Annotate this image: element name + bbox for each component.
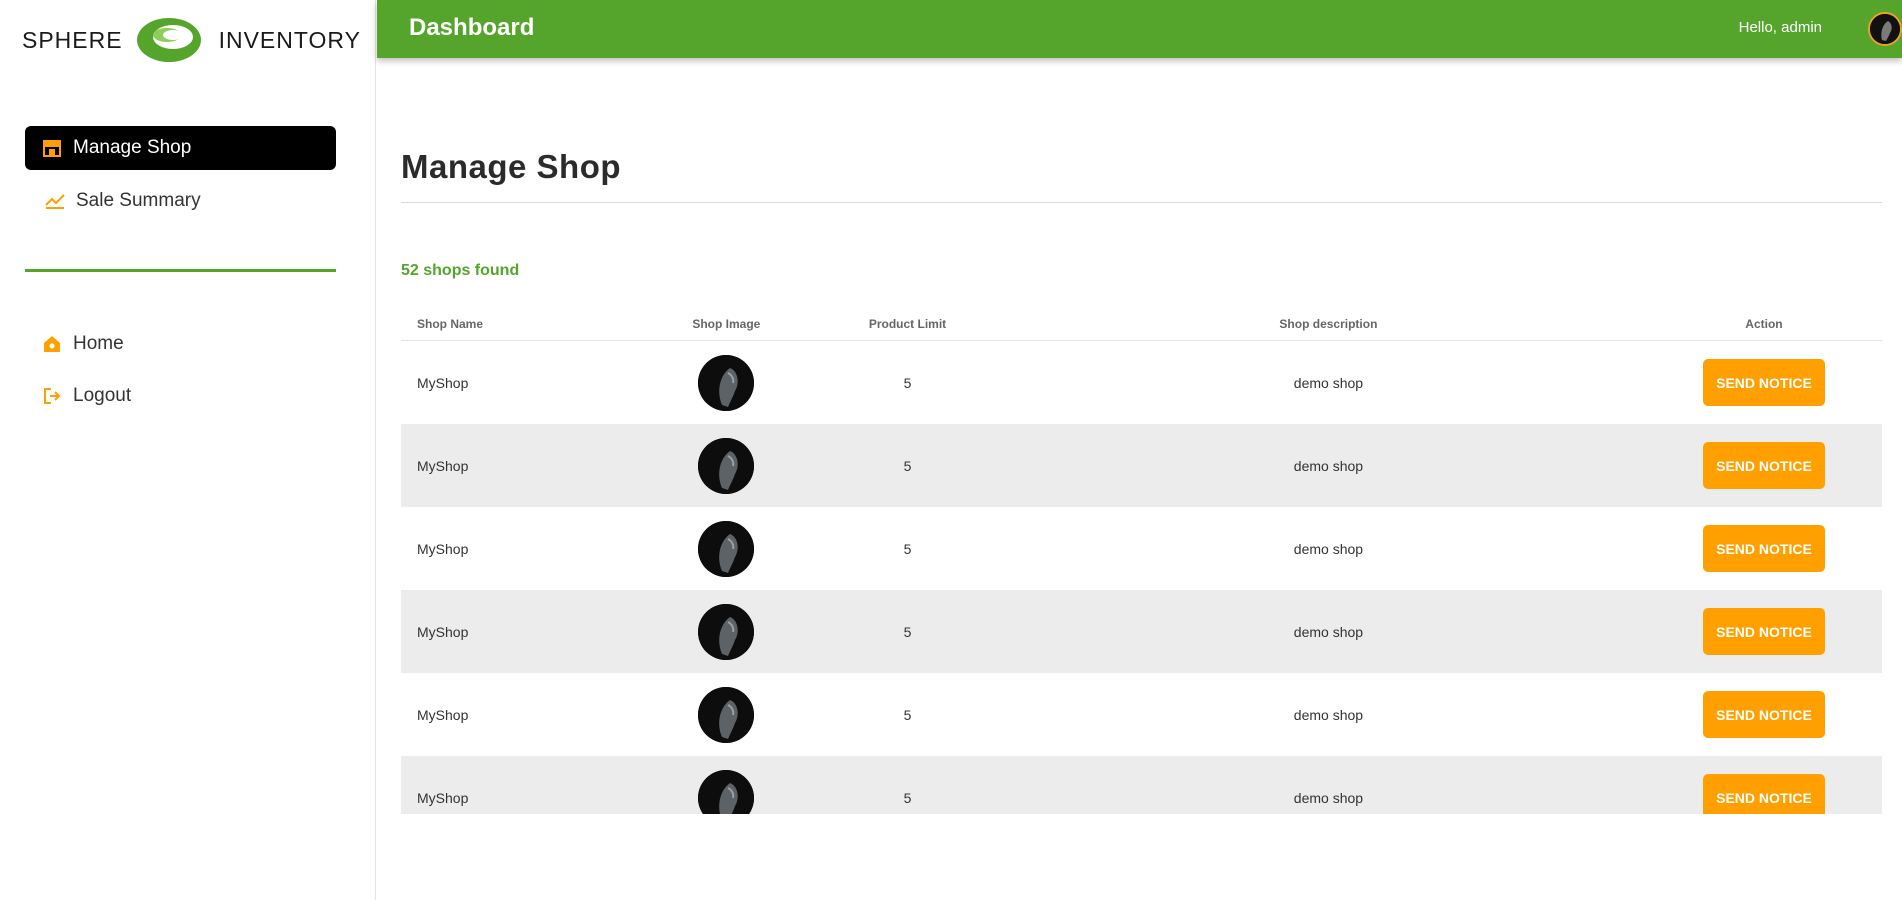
avatar-image-icon [1870,14,1900,44]
table-header-row: Shop Name Shop Image Product Limit Shop … [401,308,1882,341]
action-cell: SEND NOTICE [1646,341,1882,425]
shop-name-cell: MyShop [401,424,649,507]
shop-image-cell [648,756,805,814]
product-limit-cell: 5 [804,756,1011,814]
shop-photo-icon [698,437,755,494]
secondary-nav: Home Logout [25,322,336,418]
shop-description-cell: demo shop [1010,590,1646,673]
shop-image [698,603,755,660]
shop-name-cell: MyShop [401,590,649,673]
chart-line-icon [44,190,66,212]
column-header-shop-image[interactable]: Shop Image [648,308,805,341]
user-avatar[interactable] [1868,12,1902,46]
send-notice-button[interactable]: SEND NOTICE [1702,442,1825,489]
product-limit-cell: 5 [804,590,1011,673]
product-limit-cell: 5 [903,540,912,557]
logo-word-inventory: INVENTORY [218,26,361,53]
send-notice-button[interactable]: SEND NOTICE [1702,774,1825,814]
shop-icon [41,137,63,159]
shop-image [698,769,755,814]
shop-photo-icon [698,354,755,411]
sidebar-divider [25,269,336,272]
shop-description-cell: demo shop [1293,706,1364,723]
shop-photo-icon [698,686,755,743]
sidebar-item-logout[interactable]: Logout [25,374,336,418]
send-notice-button[interactable]: SEND NOTICE [1702,359,1825,406]
shop-image [698,520,755,577]
app-logo[interactable]: SPHERE INVENTORY [22,12,361,68]
shop-count: 52 shops found [401,262,520,279]
user-greeting: Hello, admin [1738,19,1822,36]
shop-name-cell: MyShop [417,706,469,723]
primary-nav: Manage Shop Sale Summary [25,126,336,223]
send-notice-button[interactable]: SEND NOTICE [1702,691,1825,738]
page-header-title: Dashboard [409,14,535,41]
shop-description-cell: demo shop [1010,424,1646,507]
action-cell: SEND NOTICE [1645,590,1882,673]
table-row: MyShop 5 demo shop SEND NOTICE [401,590,1882,673]
table-row: MyShop 5 demo shop SEND NOTICE [401,673,1882,756]
send-notice-button[interactable]: SEND NOTICE [1702,525,1825,572]
table-row: MyShop 5 demo shop SEND NOTICE [401,756,1882,814]
shop-photo-icon [698,603,755,660]
top-bar: Dashboard Hello, admin [377,0,1902,58]
shop-photo-icon [698,769,755,814]
product-limit-cell: 5 [903,706,912,723]
column-header-shop-description[interactable]: Shop description [1010,308,1646,341]
shop-photo-icon [698,520,755,577]
sidebar-item-manage-shop[interactable]: Manage Shop [25,126,336,170]
sidebar-item-sale-summary[interactable]: Sale Summary [25,179,336,223]
sidebar-item-label: Logout [73,385,132,406]
sidebar-item-home[interactable]: Home [25,322,336,366]
shop-name-cell: MyShop [417,540,469,557]
shops-table-container[interactable]: Shop Name Shop Image Product Limit Shop … [401,308,1882,814]
table-row: MyShop 5 demo shop SEND NOTICE [401,424,1882,507]
product-limit-cell: 5 [804,424,1011,507]
shop-description-cell: demo shop [1293,374,1364,391]
shop-image [698,354,755,411]
shops-table: Shop Name Shop Image Product Limit Shop … [401,308,1882,814]
title-divider [401,202,1882,203]
shop-description-cell: demo shop [1293,540,1364,557]
page-title: Manage Shop [401,148,622,185]
shop-image-cell [648,424,805,507]
send-notice-button[interactable]: SEND NOTICE [1702,608,1825,655]
shop-image [698,437,755,494]
shop-image-cell [649,341,805,425]
column-header-shop-name[interactable]: Shop Name [401,308,649,341]
sidebar-item-label: Home [73,333,124,354]
shop-image-cell [649,673,805,756]
shop-image-cell [649,507,805,590]
logo-word-sphere: SPHERE [22,26,123,53]
action-cell: SEND NOTICE [1646,673,1882,756]
table-row: MyShop 5 demo shop SEND NOTICE [401,507,1882,590]
shop-name-cell: MyShop [417,374,469,391]
shop-image-cell [648,590,805,673]
action-cell: SEND NOTICE [1645,756,1882,814]
column-header-product-limit[interactable]: Product Limit [804,308,1011,341]
sidebar: SPHERE INVENTORY Manage Shop Sale Summar… [0,0,376,900]
logout-icon [41,385,63,407]
shop-description-cell: demo shop [1010,756,1646,814]
home-icon [41,333,63,355]
shop-name-cell: MyShop [401,756,649,814]
sidebar-item-label: Sale Summary [76,190,201,211]
action-cell: SEND NOTICE [1645,424,1882,507]
column-header-action[interactable]: Action [1645,308,1882,341]
shop-image [698,686,755,743]
product-limit-cell: 5 [903,374,912,391]
action-cell: SEND NOTICE [1646,507,1882,590]
sidebar-item-label: Manage Shop [73,137,192,158]
table-row: MyShop 5 demo shop SEND NOTICE [401,341,1882,425]
logo-swirl-icon [136,18,201,62]
